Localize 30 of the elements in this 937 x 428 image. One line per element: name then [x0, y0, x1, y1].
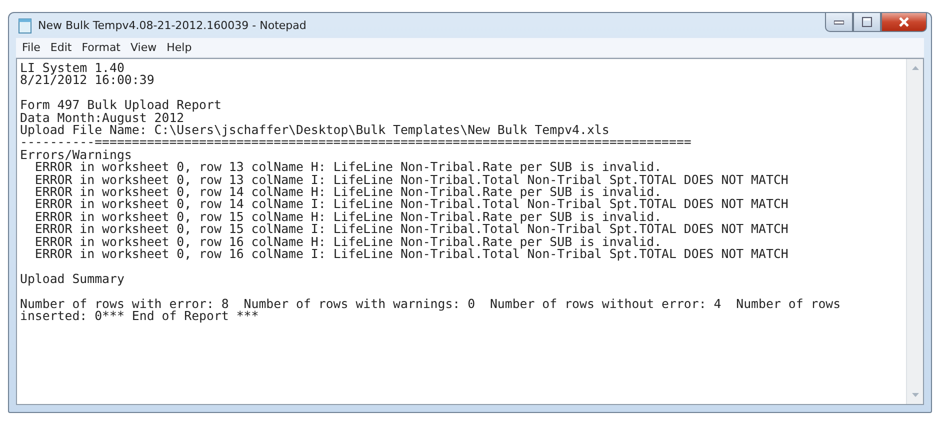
- text-line: Data Month:August 2012: [20, 112, 184, 124]
- menu-item[interactable]: Help: [164, 41, 194, 54]
- text-line: LI System 1.40: [20, 62, 124, 74]
- text-line: ERROR in worksheet 0, row 13 colName I: LifeLine Non-Tribal.Total Non-Tribal Spt.TOTAL DOES NOT MATCH: [34, 174, 790, 186]
- text-line: ERROR in worksheet 0, row 14 colName I: LifeLine Non-Tribal.Total Non-Tribal Spt.TOTAL DOES NOT MATCH: [34, 198, 790, 211]
- close-icon: [899, 17, 909, 27]
- text-line: 8/21/2012 16:00:39: [20, 74, 156, 87]
- menu-item[interactable]: View: [128, 41, 159, 54]
- notepad-icon: [18, 18, 32, 34]
- text-line: Upload File Name: C:\Users\jschaffer\Desktop\Bulk Templates\New Bulk Tempv4.xls: [20, 124, 610, 136]
- text-line: ERROR in worksheet 0, row 14 colName H: LifeLine Non-Tribal.Rate per SUB is invalid.: [34, 186, 662, 198]
- menu-item[interactable]: File: [20, 41, 42, 54]
- window-title: New Bulk Tempv4.08-21-2012.160039 - Notepad: [38, 19, 306, 32]
- text-line: Upload Summary: [20, 272, 126, 286]
- text-line: Form 497 Bulk Upload Report: [20, 99, 222, 112]
- menu-item[interactable]: Edit: [48, 41, 74, 54]
- text-line: ERROR in worksheet 0, row 15 colName I: LifeLine Non-Tribal.Total Non-Tribal Spt.TOTAL DOES NOT MATCH: [34, 223, 790, 236]
- text-line: ERROR in worksheet 0, row 15 colName H: LifeLine Non-Tribal.Rate per SUB is invalid.: [34, 210, 662, 224]
- maximize-icon: [862, 17, 872, 27]
- text-line: ----------================================================================================: [20, 136, 692, 149]
- minimize-icon: [834, 19, 844, 25]
- text-line: Number of rows with error: 8 Number of rows with warnings: 0 Number of rows without error: 4 Number of rows inserted: 0*** End of Report ***: [20, 298, 842, 322]
- text-line: ERROR in worksheet 0, row 16 colName H: LifeLine Non-Tribal.Rate per SUB is invalid.: [34, 236, 662, 248]
- minimize-button[interactable]: [825, 13, 853, 32]
- text-line: Errors/Warnings: [20, 148, 132, 162]
- close-button[interactable]: [881, 13, 927, 32]
- text-line: ERROR in worksheet 0, row 16 colName I: LifeLine Non-Tribal.Total Non-Tribal Spt.TOTAL DOES NOT MATCH: [34, 248, 790, 260]
- maximize-button[interactable]: [853, 13, 881, 32]
- menu-item[interactable]: Format: [80, 41, 122, 54]
- text-line: ERROR in worksheet 0, row 13 colName H: LifeLine Non-Tribal.Rate per SUB is invalid.: [34, 161, 663, 174]
